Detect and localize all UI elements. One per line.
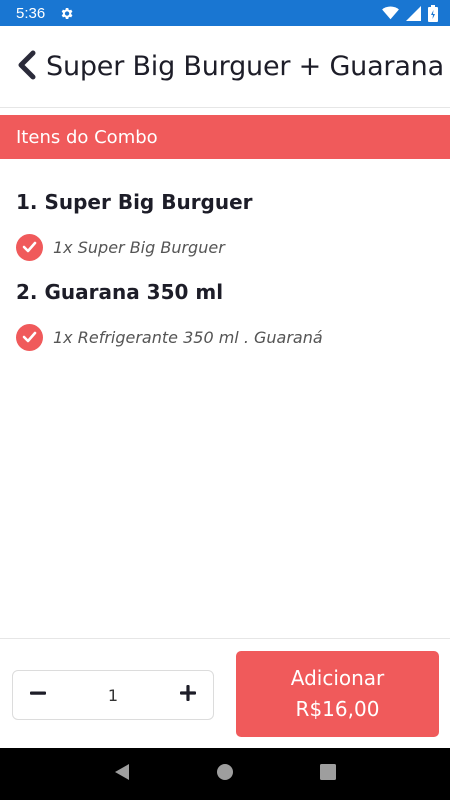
plus-icon [179,684,197,706]
combo-group-heading: 1. Super Big Burguer [16,190,253,214]
triangle-back-icon [113,763,131,785]
section-banner: Itens do Combo [0,115,450,159]
decrement-button[interactable] [27,684,49,706]
combo-item: 1x Super Big Burguer [16,224,436,270]
combo-list: 1. Super Big Burguer 1x Super Big Burgue… [16,180,436,360]
square-recents-icon [320,764,337,784]
signal-icon [406,5,421,21]
combo-group-heading: 2. Guarana 350 ml [16,280,224,304]
gear-icon [59,6,74,21]
combo-item-label: 1x Refrigerante 350 ml . Guaraná [53,327,323,347]
battery-icon [428,4,438,22]
page-title: Super Big Burguer + Guarana 350 ml [46,51,450,82]
wifi-icon [382,6,399,20]
footer-bar: 1 Adicionar R$16,00 [0,638,450,748]
add-to-cart-button[interactable]: Adicionar R$16,00 [236,651,439,737]
circle-home-icon [216,763,234,785]
app-header: Super Big Burguer + Guarana 350 ml [0,26,450,108]
combo-item-label: 1x Super Big Burguer [53,237,225,257]
minus-icon [29,684,47,706]
add-button-label: Adicionar [290,666,385,690]
system-nav-bar [0,748,450,800]
check-icon [16,233,43,261]
back-button[interactable] [16,47,38,87]
nav-home-button[interactable] [205,754,245,794]
combo-item: 1x Refrigerante 350 ml . Guaraná [16,314,436,360]
chevron-left-icon [16,50,38,84]
section-title: Itens do Combo [16,126,158,148]
add-button-price: R$16,00 [295,697,380,721]
check-icon [16,323,43,351]
quantity-stepper: 1 [12,670,214,720]
status-time: 5:36 [16,4,46,22]
status-bar: 5:36 [0,0,450,26]
quantity-value: 1 [107,685,119,705]
increment-button[interactable] [177,684,199,706]
nav-back-button[interactable] [102,754,142,794]
nav-recents-button[interactable] [308,754,348,794]
